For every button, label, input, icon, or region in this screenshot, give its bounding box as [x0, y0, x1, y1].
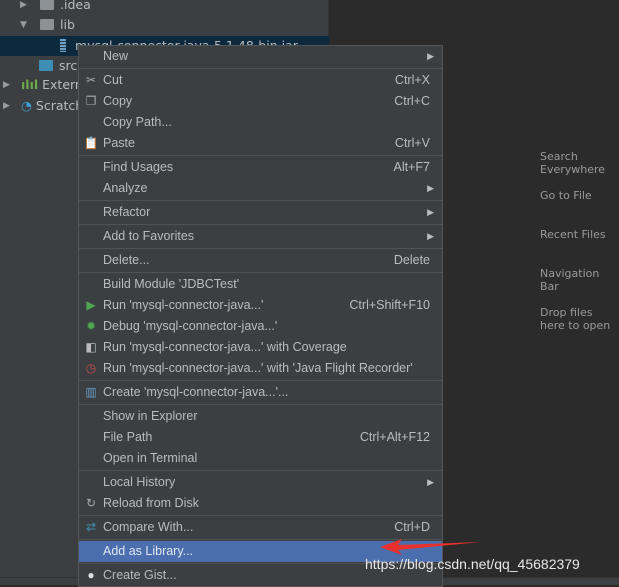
- menu-item-delete[interactable]: Delete... Delete: [79, 250, 442, 271]
- menu-item-analyze[interactable]: Analyze ▶: [79, 178, 442, 199]
- submenu-arrow-icon: ▶: [427, 207, 434, 217]
- menu-item-build-module-jdbctest[interactable]: Build Module 'JDBCTest': [79, 274, 442, 295]
- coverage-icon: ◧: [85, 340, 97, 354]
- menu-item-run-mysql-connector-java-with-java-flight-recorder[interactable]: ◷ Run 'mysql-connector-java...' with 'Jav…: [79, 358, 442, 379]
- shortcut-label: Ctrl+Shift+F10: [349, 298, 430, 312]
- menu-item-label: Analyze: [103, 181, 148, 195]
- compare-icon: ⇄: [85, 520, 97, 534]
- menu-item-label: Find Usages: [103, 160, 174, 174]
- jar-icon: [60, 39, 66, 52]
- profiler-icon: ◷: [85, 361, 97, 375]
- menu-item-label: Create 'mysql-connector-java...'...: [103, 385, 289, 399]
- menu-item-label: File Path: [103, 430, 153, 444]
- menu-item-add-to-favorites[interactable]: Add to Favorites ▶: [79, 226, 442, 247]
- shortcut-label: Ctrl+D: [394, 520, 430, 534]
- expand-arrow-icon[interactable]: ▶: [20, 0, 27, 15]
- reload-icon: ↻: [85, 496, 97, 510]
- expand-arrow-icon[interactable]: ▶: [3, 96, 10, 116]
- menu-item-label: Show in Explorer: [103, 409, 198, 423]
- scratches-icon: ◔: [21, 98, 32, 113]
- menu-item-copy[interactable]: ❐ Copy Ctrl+C: [79, 91, 442, 112]
- tree-item-idea[interactable]: ▶ .idea: [20, 0, 91, 15]
- menu-item-compare-with[interactable]: ⇄ Compare With... Ctrl+D: [79, 517, 442, 538]
- watermark: https://blog.csdn.net/qq_45682379: [365, 556, 580, 572]
- menu-item-label: New: [103, 49, 129, 63]
- menu-item-label: Open in Terminal: [103, 451, 198, 465]
- menu-item-label: Copy Path...: [103, 115, 172, 129]
- menu-item-label: Delete...: [103, 253, 150, 267]
- jar-icon: ▥: [85, 385, 97, 399]
- clipboard-icon: 📋: [83, 136, 99, 150]
- submenu-arrow-icon: ▶: [427, 231, 434, 241]
- menu-item-create-mysql-connector-java[interactable]: ▥ Create 'mysql-connector-java...'...: [79, 382, 442, 403]
- libraries-icon: ılıl: [21, 77, 39, 92]
- folder-icon: [40, 19, 54, 30]
- shortcut-label: Ctrl+C: [394, 94, 430, 108]
- submenu-arrow-icon: ▶: [427, 477, 434, 487]
- shortcut-label: Ctrl+Alt+F12: [359, 430, 430, 444]
- folder-icon: [40, 0, 54, 10]
- menu-item-label: Compare With...: [103, 520, 194, 534]
- menu-item-label: Add to Favorites: [103, 229, 195, 243]
- menu-item-copy-path[interactable]: Copy Path...: [79, 112, 442, 133]
- copy-icon: ❐: [85, 94, 97, 108]
- bug-icon: ✹: [85, 319, 97, 333]
- menu-item-label: Paste: [103, 136, 135, 150]
- menu-item-label: Debug 'mysql-connector-java...': [103, 319, 278, 333]
- menu-item-label: Local History: [103, 475, 176, 489]
- hint-search-everywhere: Search Everywhere: [540, 150, 606, 176]
- collapse-arrow-icon[interactable]: ▼: [20, 15, 27, 35]
- expand-arrow-icon[interactable]: ▶: [3, 75, 10, 95]
- menu-item-label: Run 'mysql-connector-java...': [103, 298, 264, 312]
- context-menu: New ▶ ✂ Cut Ctrl+X ❐ Copy Ctrl+C Copy Path... 📋 Pa…: [78, 45, 443, 587]
- hint-recent-files: Recent Files: [540, 228, 606, 241]
- menu-item-local-history[interactable]: Local History ▶: [79, 472, 442, 493]
- menu-item-file-path[interactable]: File Path Ctrl+Alt+F12: [79, 427, 442, 448]
- menu-item-label: Add as Library...: [103, 544, 194, 558]
- menu-item-label: Copy: [103, 94, 133, 108]
- menu-item-open-in-terminal[interactable]: Open in Terminal: [79, 448, 442, 469]
- menu-item-label: Create Gist...: [103, 568, 177, 582]
- source-folder-icon: [39, 60, 53, 71]
- menu-item-find-usages[interactable]: Find Usages Alt+F7: [79, 157, 442, 178]
- menu-item-reload-from-disk[interactable]: ↻ Reload from Disk: [79, 493, 442, 514]
- submenu-arrow-icon: ▶: [427, 183, 434, 193]
- menu-item-new[interactable]: New ▶: [79, 46, 442, 67]
- hint-navigation-bar: Navigation Bar: [540, 267, 600, 293]
- menu-item-label: Refactor: [103, 205, 151, 219]
- menu-item-label: Run 'mysql-connector-java...' with 'Java…: [103, 361, 413, 375]
- hint-go-to-file: Go to File: [540, 189, 592, 202]
- menu-item-show-in-explorer[interactable]: Show in Explorer: [79, 406, 442, 427]
- shortcut-label: Delete: [393, 253, 430, 267]
- menu-item-debug-mysql-connector-java[interactable]: ✹ Debug 'mysql-connector-java...': [79, 316, 442, 337]
- red-arrow-annotation: [380, 539, 481, 555]
- shortcut-label: Ctrl+V: [394, 136, 430, 150]
- menu-item-label: Cut: [103, 73, 123, 87]
- menu-item-label: Run 'mysql-connector-java...' with Cover…: [103, 340, 347, 354]
- menu-item-paste[interactable]: 📋 Paste Ctrl+V: [79, 133, 442, 154]
- menu-item-label: Reload from Disk: [103, 496, 199, 510]
- run-icon: ▶: [86, 298, 96, 312]
- tree-item-src[interactable]: src: [39, 56, 77, 76]
- shortcut-label: Ctrl+X: [394, 73, 430, 87]
- shortcut-label: Alt+F7: [393, 160, 430, 174]
- menu-item-label: Build Module 'JDBCTest': [103, 277, 240, 291]
- tree-item-lib[interactable]: ▼ lib: [20, 15, 75, 35]
- menu-item-run-mysql-connector-java[interactable]: ▶ Run 'mysql-connector-java...' Ctrl+Shift…: [79, 295, 442, 316]
- menu-item-refactor[interactable]: Refactor ▶: [79, 202, 442, 223]
- menu-item-run-mysql-connector-java-with-coverage[interactable]: ◧ Run 'mysql-connector-java...' with Cove…: [79, 337, 442, 358]
- menu-item-cut[interactable]: ✂ Cut Ctrl+X: [79, 70, 442, 91]
- github-icon: ●: [87, 568, 95, 582]
- scissors-icon: ✂: [85, 73, 97, 87]
- submenu-arrow-icon: ▶: [427, 51, 434, 61]
- hint-drop-files: Drop files here to open: [540, 306, 611, 332]
